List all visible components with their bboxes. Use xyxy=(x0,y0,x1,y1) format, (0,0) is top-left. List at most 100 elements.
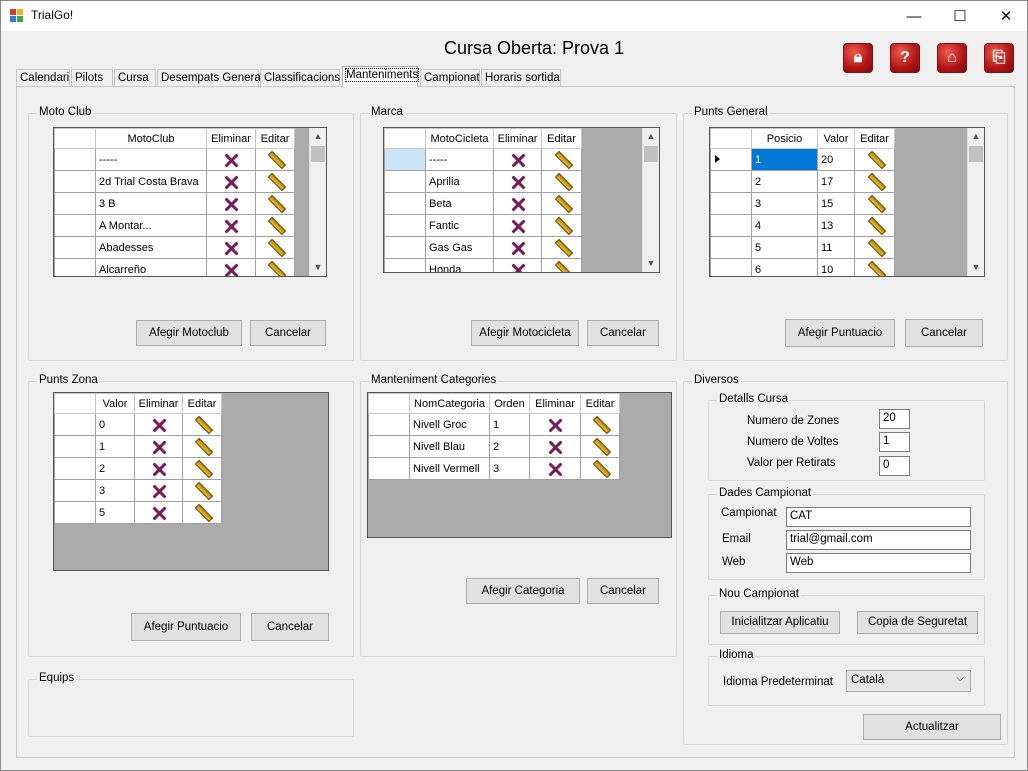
edit-pencil-icon[interactable] xyxy=(194,439,210,455)
edit-pencil-icon[interactable] xyxy=(867,152,883,168)
table-row[interactable]: Nivell Groc 1 xyxy=(368,413,620,436)
col-editar[interactable]: Editar xyxy=(580,393,620,414)
add-puntuacio-zona-button[interactable]: Afegir Puntuacio xyxy=(131,613,241,641)
edit-pencil-icon[interactable] xyxy=(267,240,283,256)
table-row[interactable]: Honda xyxy=(384,258,582,273)
table-row[interactable]: Beta xyxy=(384,192,582,215)
col-editar[interactable]: Editar xyxy=(854,128,895,149)
table-row[interactable]: Abadesses xyxy=(54,236,295,259)
edit-pencil-icon[interactable] xyxy=(592,461,608,477)
col-eliminar[interactable]: Eliminar xyxy=(529,393,581,414)
tab-desempats-general[interactable]: Desempats General xyxy=(157,69,263,86)
table-row[interactable]: 5 11 xyxy=(710,236,895,259)
delete-icon[interactable] xyxy=(224,219,238,233)
col-motoclub[interactable]: MotoClub xyxy=(95,128,207,149)
tab-classificacions[interactable]: Classificacions xyxy=(260,69,340,86)
scroll-thumb[interactable] xyxy=(644,146,658,162)
edit-pencil-icon[interactable] xyxy=(554,240,570,256)
delete-icon[interactable] xyxy=(224,197,238,211)
col-motocicleta[interactable]: MotoCicleta xyxy=(425,128,494,149)
punts-zona-grid[interactable]: Valor Eliminar Editar 0 1 2 3 5 xyxy=(53,392,329,571)
col-eliminar[interactable]: Eliminar xyxy=(134,393,183,414)
close-button[interactable]: ✕ xyxy=(983,1,1028,31)
table-row[interactable]: 5 xyxy=(54,501,222,524)
delete-icon[interactable] xyxy=(548,462,562,476)
delete-icon[interactable] xyxy=(548,440,562,454)
add-motoclub-button[interactable]: Afegir Motoclub xyxy=(136,320,242,346)
edit-pencil-icon[interactable] xyxy=(267,152,283,168)
add-motocicleta-button[interactable]: Afegir Motocicleta xyxy=(471,320,579,346)
tab-campionat[interactable]: Campionat xyxy=(420,69,480,86)
edit-pencil-icon[interactable] xyxy=(267,262,283,277)
tab-horaris-sortida[interactable]: Horaris sortida xyxy=(481,69,561,86)
edit-pencil-icon[interactable] xyxy=(267,218,283,234)
table-row[interactable]: Nivell Vermell 3 xyxy=(368,457,620,480)
delete-icon[interactable] xyxy=(511,219,525,233)
help-icon[interactable]: ? xyxy=(890,43,920,73)
punts-general-scrollbar[interactable]: ▲ ▼ xyxy=(967,128,984,276)
table-row[interactable]: 0 xyxy=(54,413,222,436)
zones-input[interactable]: 20 xyxy=(879,409,910,429)
delete-icon[interactable] xyxy=(152,418,166,432)
edit-pencil-icon[interactable] xyxy=(592,417,608,433)
update-button[interactable]: Actualitzar xyxy=(863,714,1001,740)
edit-pencil-icon[interactable] xyxy=(867,174,883,190)
scroll-thumb[interactable] xyxy=(311,146,325,162)
edit-pencil-icon[interactable] xyxy=(592,439,608,455)
table-row[interactable]: A Montar... xyxy=(54,214,295,237)
delete-icon[interactable] xyxy=(152,440,166,454)
col-eliminar[interactable]: Eliminar xyxy=(206,128,256,149)
delete-icon[interactable] xyxy=(152,462,166,476)
delete-icon[interactable] xyxy=(224,153,238,167)
delete-icon[interactable] xyxy=(511,263,525,273)
scroll-up-icon[interactable]: ▲ xyxy=(968,128,984,145)
tab-manteniments[interactable]: Manteniments xyxy=(342,66,420,87)
scroll-down-icon[interactable]: ▼ xyxy=(310,259,326,276)
scroll-up-icon[interactable]: ▲ xyxy=(643,128,659,145)
edit-pencil-icon[interactable] xyxy=(867,262,883,277)
col-editar[interactable]: Editar xyxy=(182,393,222,414)
col-orden[interactable]: Orden xyxy=(489,393,530,414)
campionat-input[interactable]: CAT xyxy=(786,507,971,527)
table-row[interactable]: 3 15 xyxy=(710,192,895,215)
delete-icon[interactable] xyxy=(152,484,166,498)
delete-icon[interactable] xyxy=(224,263,238,277)
cancel-motoclub-button[interactable]: Cancelar xyxy=(250,320,326,346)
cancel-punts-zona-button[interactable]: Cancelar xyxy=(251,613,329,641)
voltes-input[interactable]: 1 xyxy=(879,432,910,452)
edit-pencil-icon[interactable] xyxy=(867,218,883,234)
tab-cursa[interactable]: Cursa xyxy=(114,69,156,86)
delete-icon[interactable] xyxy=(511,153,525,167)
add-puntuacio-general-button[interactable]: Afegir Puntuacio xyxy=(785,319,895,347)
delete-icon[interactable] xyxy=(511,197,525,211)
tab-calendari[interactable]: Calendari xyxy=(16,69,70,86)
edit-pencil-icon[interactable] xyxy=(554,174,570,190)
table-row[interactable]: 2 17 xyxy=(710,170,895,193)
table-row[interactable]: 1 20 xyxy=(710,148,895,171)
table-row[interactable]: 4 13 xyxy=(710,214,895,237)
table-row[interactable]: Gas Gas xyxy=(384,236,582,259)
exit-icon[interactable]: ⎘ xyxy=(984,43,1014,73)
tab-pilots[interactable]: Pilots xyxy=(71,69,113,86)
retirats-input[interactable]: 0 xyxy=(879,456,910,476)
table-row[interactable]: 6 10 xyxy=(710,258,895,277)
delete-icon[interactable] xyxy=(224,175,238,189)
delete-icon[interactable] xyxy=(548,418,562,432)
init-app-button[interactable]: Inicialitzar Aplicatiu xyxy=(720,611,840,634)
scroll-thumb[interactable] xyxy=(969,146,983,162)
cancel-marca-button[interactable]: Cancelar xyxy=(587,320,659,346)
add-categoria-button[interactable]: Afegir Categoria xyxy=(466,578,580,604)
edit-pencil-icon[interactable] xyxy=(554,152,570,168)
scroll-down-icon[interactable]: ▼ xyxy=(968,259,984,276)
edit-pencil-icon[interactable] xyxy=(554,196,570,212)
table-row[interactable]: Aprilia xyxy=(384,170,582,193)
web-input[interactable]: Web xyxy=(786,553,971,573)
delete-icon[interactable] xyxy=(511,241,525,255)
motoclub-scrollbar[interactable]: ▲ ▼ xyxy=(309,128,326,276)
table-row[interactable]: 3 xyxy=(54,479,222,502)
delete-icon[interactable] xyxy=(152,506,166,520)
table-row[interactable]: 1 xyxy=(54,435,222,458)
col-nomcategoria[interactable]: NomCategoria xyxy=(409,393,490,414)
edit-pencil-icon[interactable] xyxy=(194,461,210,477)
backup-button[interactable]: Copia de Seguretat xyxy=(857,611,978,634)
